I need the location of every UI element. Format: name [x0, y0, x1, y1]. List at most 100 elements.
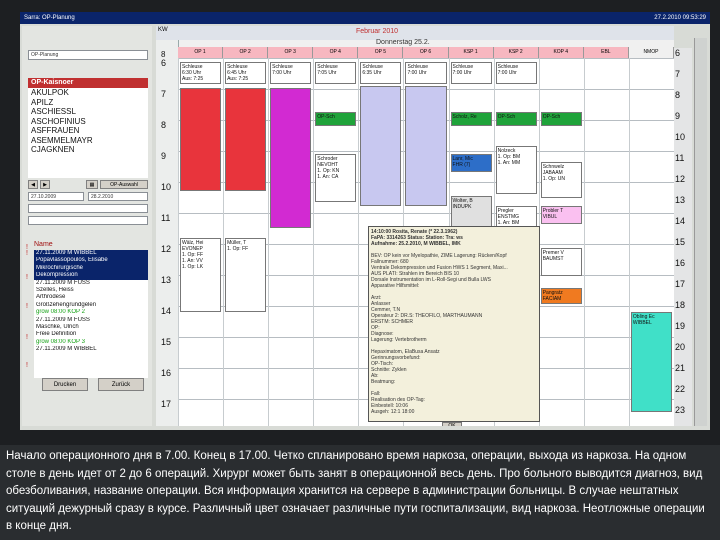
op-auswahl-button[interactable]: OP-Auswahl	[100, 180, 148, 189]
surgery-block[interactable]: Schleuse 7:05 Uhr	[315, 62, 357, 84]
alert-marker-icon: !	[26, 334, 28, 341]
column-gridline	[313, 58, 315, 426]
right-hour-label: 20	[675, 342, 686, 352]
vertical-scrollbar[interactable]	[694, 38, 707, 426]
column-header[interactable]: KSP 2	[493, 47, 539, 58]
patient-list-item[interactable]: Maschke, Ulrich	[34, 324, 148, 331]
right-hour-label: 11	[675, 153, 685, 163]
patient-list-item[interactable]: Arthrodese	[34, 294, 148, 301]
surgery-block[interactable]	[405, 86, 447, 206]
caption-text: Начало операционного дня в 7.00. Конец в…	[6, 450, 705, 532]
op-list-header: OP-Kaisnoer	[28, 78, 148, 88]
surgery-detail-popup: 14:10:00 Rosita, Renate (* 22.3.1962) FaP…	[368, 226, 540, 422]
column-gridline	[223, 58, 225, 426]
column-header[interactable]: OP 4	[313, 47, 359, 58]
date-to-field[interactable]: 28.2.2010	[88, 192, 148, 201]
surgery-block[interactable]: Scholz, Re	[450, 112, 492, 126]
op-name-item[interactable]: ASCHIESSL	[28, 107, 148, 117]
surgery-block[interactable]: Premer V BAUMST	[540, 248, 582, 276]
surgery-block[interactable]: OP-Sch	[540, 112, 582, 126]
filter-field-2[interactable]	[28, 216, 148, 225]
column-header[interactable]: OP 3	[268, 47, 314, 58]
surgery-block[interactable]: Schleuse 7:00 Uhr	[495, 62, 537, 84]
arrow-left-icon[interactable]: ◀	[28, 180, 38, 189]
surgery-block[interactable]: Lanr, Mic FHR (7)	[450, 154, 492, 172]
back-button[interactable]: Zurück	[98, 378, 144, 391]
surgery-block[interactable]: Schleuse 6:45 Uhr Aus: 7:25	[225, 62, 267, 84]
op-name-item[interactable]: AKULPOK	[28, 88, 148, 98]
right-hour-label: 9	[675, 111, 681, 121]
patient-list-item[interactable]: grow 08:00 KOP 2	[34, 309, 148, 316]
column-header[interactable]: NMOP	[628, 47, 674, 58]
patient-list-item[interactable]: Großzehengrundgelen	[34, 302, 148, 309]
hour-label: 11	[161, 213, 171, 223]
surgery-block[interactable]: OP-Sch	[315, 112, 357, 126]
right-hour-label: 14	[675, 216, 686, 226]
right-hour-label: 10	[675, 132, 686, 142]
column-header[interactable]: OP 6	[403, 47, 449, 58]
patient-list-item[interactable]: Freie Definition	[34, 331, 148, 338]
column-header[interactable]: KOP 4	[538, 47, 584, 58]
patient-list-item[interactable]: Popavlassopoulos, Elisabe	[34, 257, 148, 265]
surgery-block[interactable]	[180, 88, 222, 191]
window-title: Sarra: OP-Planung	[24, 15, 75, 21]
right-hour-label: 17	[675, 279, 686, 289]
column-header[interactable]: OP 1	[178, 47, 224, 58]
surgery-block[interactable]: Schleuse 6:30 Uhr Aus: 7:25	[180, 62, 222, 84]
surgery-block[interactable]: Schleuse 7:00 Uhr	[270, 62, 312, 84]
column-header[interactable]: EBL	[583, 47, 629, 58]
column-header[interactable]: OP 5	[358, 47, 404, 58]
surgery-block[interactable]	[360, 86, 402, 206]
alert-marker-icon: !	[26, 303, 28, 310]
surgery-block[interactable]: Schnwelz JABAAM 1. Op: UN	[540, 162, 582, 198]
patient-list-item[interactable]: 27.11.2009 M WIBBEL	[34, 346, 148, 353]
patient-list-item[interactable]: Szelles, Heiss	[34, 287, 148, 294]
surgery-block[interactable]: Probler T VIBUL	[540, 206, 582, 224]
surgery-block[interactable]: Obling Ec WIBBEL	[630, 312, 672, 412]
clock: 27.2.2010 09:53:29	[654, 15, 706, 21]
patient-list-item[interactable]: 27.11.2009 M WIBBEL	[34, 250, 148, 258]
right-hour-label: 15	[675, 237, 686, 247]
arrow-right-icon[interactable]: ▶	[40, 180, 50, 189]
op-calendar: KW Februar 2010 Donnerstag 25.2. 8 67891…	[156, 26, 674, 426]
filter-field[interactable]	[28, 204, 148, 213]
left-panel: OP-Planung OP-Kaisnoer AKULPOK APILZ ASCHI…	[22, 26, 152, 426]
kw-label: KW	[158, 27, 168, 33]
surgery-block[interactable]: Müller, T 1. Op: FF	[225, 238, 267, 312]
right-hour-label: 13	[675, 195, 686, 205]
op-name-item[interactable]: ASFFRAUEN	[28, 126, 148, 136]
op-name-item[interactable]: ASCHOFINIUS	[28, 117, 148, 127]
right-hour-label: 6	[675, 48, 681, 58]
surgery-block[interactable]: Schroder NEVOHT 1. Op: KN 1. An: CA	[315, 154, 357, 202]
right-hour-label: 22	[675, 384, 686, 394]
hour-gridline	[178, 58, 674, 59]
surgery-block[interactable]: Wälz, Hei EVONEP 1. Op: FF 1. An: VV 1. …	[180, 238, 222, 312]
patient-list-item[interactable]: Mikrochirurgische	[34, 264, 148, 273]
surgery-block[interactable]	[225, 88, 267, 191]
calendar-icon[interactable]: ▦	[86, 180, 98, 189]
op-name-item[interactable]: APILZ	[28, 98, 148, 108]
date-from-field[interactable]: 27.10.2009	[28, 192, 84, 201]
patient-list-item[interactable]: 27.11.2009 M FUSS	[34, 317, 148, 324]
patient-list[interactable]: 27.11.2009 M WIBBEL Popavlassopoulos, Eli…	[34, 250, 148, 378]
surgery-block[interactable]: Schleuse 7:00 Uhr	[450, 62, 492, 84]
patient-list-item[interactable]: 27.11.2009 M FUSS	[34, 280, 148, 287]
surgery-block[interactable]: Schleuse 6:35 Uhr	[360, 62, 402, 84]
right-hour-label: 8	[675, 90, 681, 100]
print-button[interactable]: Drucken	[42, 378, 88, 391]
surgery-block[interactable]: OP-Sch	[495, 112, 537, 126]
search-input[interactable]: OP-Planung	[28, 50, 148, 60]
surgery-block[interactable]: Nolzeck 1. Op: BM 1. An: MM	[495, 146, 537, 194]
patient-list-item[interactable]: Dekompression	[34, 272, 148, 280]
op-name-item[interactable]: CJAGKNEN	[28, 145, 148, 155]
time-column: 8 6789101112131415161718	[156, 40, 179, 426]
patient-list-item[interactable]: grow 08:00 KOP 3	[34, 339, 148, 346]
op-name-item[interactable]: ASEMMELMAYR	[28, 136, 148, 146]
column-header[interactable]: OP 2	[223, 47, 269, 58]
surgery-block[interactable]: Pangratz FACIAM	[540, 288, 582, 304]
surgery-block[interactable]: Schleuse 7:00 Uhr	[405, 62, 447, 84]
column-header[interactable]: KSP 1	[448, 47, 494, 58]
surgery-block[interactable]	[270, 88, 312, 228]
popup-ok-button[interactable]: OK	[442, 422, 462, 426]
hour-label: 14	[161, 306, 172, 316]
